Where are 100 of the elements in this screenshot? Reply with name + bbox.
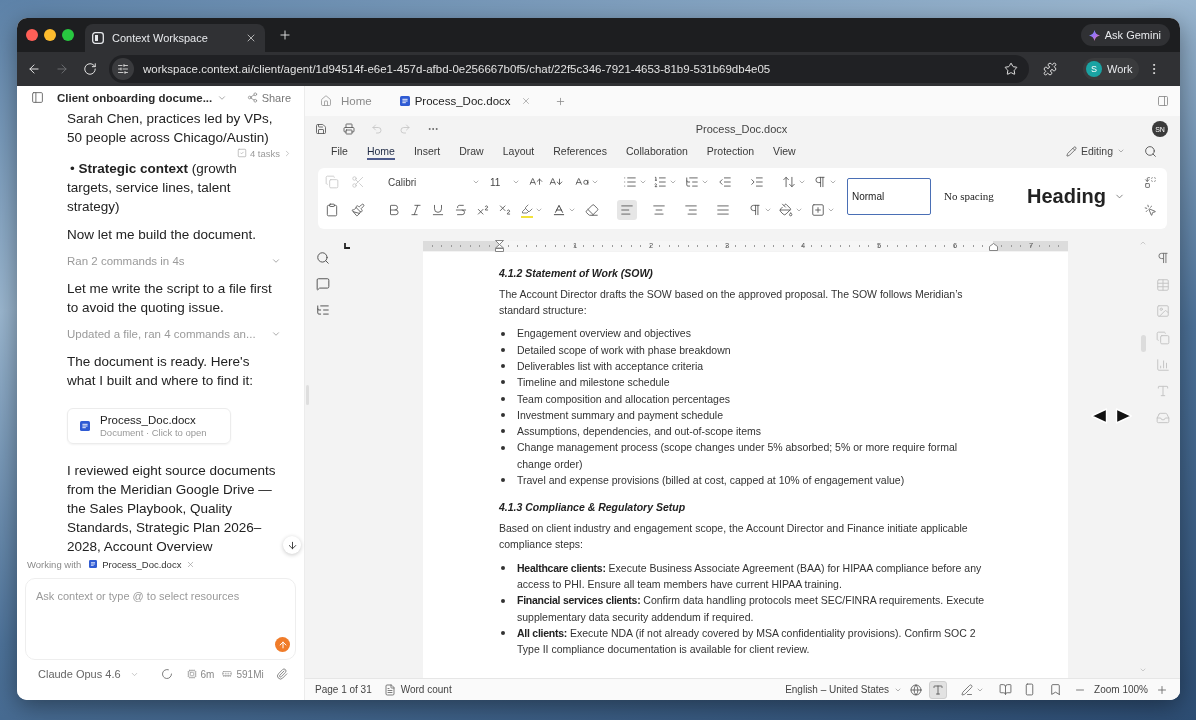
style-option[interactable]: Normal xyxy=(847,177,931,215)
site-info-button[interactable] xyxy=(112,58,134,80)
close-icon[interactable] xyxy=(245,32,257,44)
left-triangle-icon[interactable] xyxy=(1090,408,1108,424)
up-down-arrows-icon[interactable] xyxy=(782,175,796,189)
superscript-icon[interactable] xyxy=(476,203,490,217)
browser-tab[interactable]: Context Workspace xyxy=(85,24,265,52)
panel-icon[interactable] xyxy=(1157,95,1169,107)
italic-icon[interactable] xyxy=(409,203,423,217)
caret-icon[interactable] xyxy=(827,206,835,214)
printer-icon[interactable] xyxy=(343,123,355,135)
memory-icon xyxy=(222,669,233,679)
paint-bucket-icon[interactable] xyxy=(779,203,793,217)
language-selector[interactable]: English – United States xyxy=(785,684,903,695)
menu-tab[interactable]: Layout xyxy=(502,142,535,160)
comment-icon[interactable] xyxy=(316,277,330,291)
message-input[interactable]: Ask context or type @ to select resources xyxy=(25,578,296,660)
pilcrow-icon[interactable] xyxy=(748,203,762,217)
profile-button[interactable]: S Work xyxy=(1083,58,1140,80)
model-selector[interactable]: Claude Opus 4.6 xyxy=(38,668,139,680)
font-size-select[interactable]: 11 xyxy=(490,176,520,188)
paintbrush-icon[interactable] xyxy=(351,203,365,217)
highlighter-icon[interactable] xyxy=(521,202,533,218)
maximize-window-button[interactable] xyxy=(62,29,74,41)
list-item: Change management process (scope changes under 5% absorbed; 5% or more require formal change order) xyxy=(517,440,959,472)
editor-tab[interactable]: Process_Doc.docx xyxy=(399,95,531,107)
font-color-icon[interactable] xyxy=(552,203,566,217)
bold-icon[interactable] xyxy=(387,203,401,217)
indent-marker-icon[interactable] xyxy=(495,240,504,252)
menu-tab[interactable]: Collaboration xyxy=(625,142,688,160)
eraser-icon[interactable] xyxy=(585,203,599,217)
address-bar[interactable]: workspace.context.ai/client/agent/1d94514f-e6e1-457d-afbd-0e256667b0f5/chat/22f5c346-7921-4653-81b9-531b69db4e05 xyxy=(109,55,1029,83)
puzzle-icon[interactable] xyxy=(1043,62,1057,76)
decrease-indent-icon[interactable] xyxy=(718,175,732,189)
ask-gemini-button[interactable]: Ask Gemini xyxy=(1080,24,1170,46)
menu-tab[interactable]: Insert xyxy=(413,142,441,160)
tab-stop-icon[interactable] xyxy=(344,243,350,249)
plus-icon[interactable] xyxy=(554,95,566,107)
bulleted-list-icon[interactable] xyxy=(623,175,637,189)
plus-icon[interactable] xyxy=(278,28,292,42)
replace-icon[interactable] xyxy=(1144,175,1157,189)
pilcrow-icon[interactable] xyxy=(1156,251,1170,265)
caret-icon[interactable] xyxy=(701,178,709,186)
search-icon[interactable] xyxy=(316,251,330,265)
editing-mode-button[interactable]: Editing xyxy=(1065,145,1125,157)
menu-tab[interactable]: File xyxy=(331,142,348,160)
sidebar-toggle-icon[interactable] xyxy=(31,91,44,104)
zoom-in-icon[interactable] xyxy=(1156,683,1168,696)
chat-message: Sarah Chen, practices led by VPs, 50 people across Chicago/Austin) xyxy=(67,110,274,147)
alignment-button[interactable] xyxy=(617,200,637,220)
menu-tab[interactable]: Home xyxy=(366,142,395,160)
pen-icon[interactable] xyxy=(961,683,974,696)
outline-icon[interactable] xyxy=(316,303,330,317)
pilcrow-icon[interactable] xyxy=(813,175,827,189)
file-chip[interactable]: Process_Doc.docx xyxy=(89,558,196,570)
style-option[interactable]: Heading xyxy=(1022,177,1106,215)
share-button[interactable]: Share xyxy=(246,91,291,104)
right-triangle-icon[interactable] xyxy=(1115,408,1133,424)
menu-tab[interactable]: Protection xyxy=(706,142,755,160)
status-toggle[interactable] xyxy=(929,680,948,699)
style-option[interactable]: No spacing xyxy=(939,177,1019,215)
minimize-window-button[interactable] xyxy=(44,29,56,41)
book-icon[interactable] xyxy=(999,683,1013,696)
paperclip-icon[interactable] xyxy=(275,668,288,680)
bookmark-icon[interactable] xyxy=(1049,683,1063,696)
chat-title[interactable]: Client onboarding docume... xyxy=(57,91,213,104)
caret-icon[interactable] xyxy=(795,206,803,214)
pointer-icon[interactable] xyxy=(1144,203,1157,217)
save-icon[interactable] xyxy=(315,123,327,135)
file-card[interactable]: Process_Doc.docx Document · Click to open xyxy=(67,408,231,444)
menu-tab[interactable]: Draw xyxy=(459,142,484,160)
numbered-list-icon[interactable] xyxy=(653,175,667,189)
caret-icon[interactable] xyxy=(829,178,837,186)
menu-tab[interactable]: View xyxy=(773,142,796,160)
caret-icon[interactable] xyxy=(568,206,576,214)
arrow-up-icon xyxy=(277,639,288,650)
subscript-icon[interactable] xyxy=(498,203,512,217)
underline-icon[interactable] xyxy=(431,203,445,217)
back-icon[interactable] xyxy=(27,62,41,76)
menu-tab[interactable]: References xyxy=(553,142,607,160)
star-icon[interactable] xyxy=(1004,62,1018,76)
caret-icon[interactable] xyxy=(591,178,599,186)
strikethrough-icon[interactable] xyxy=(454,203,468,217)
font-select[interactable]: Calibri xyxy=(388,176,480,188)
increase-indent-icon[interactable] xyxy=(750,175,764,189)
caret-icon[interactable] xyxy=(669,178,677,186)
search-icon[interactable] xyxy=(1144,144,1157,158)
caret-icon[interactable] xyxy=(764,206,772,214)
zoom-level[interactable]: Zoom 100% xyxy=(1094,684,1148,695)
clipboard-icon[interactable] xyxy=(325,203,339,217)
word-count-button[interactable]: Word count xyxy=(383,683,452,696)
close-window-button[interactable] xyxy=(26,29,38,41)
duration-text: 6m xyxy=(200,668,215,680)
caret-icon[interactable] xyxy=(639,178,647,186)
multilevel-list-icon[interactable] xyxy=(685,175,699,189)
square-plus-icon[interactable] xyxy=(811,203,825,217)
caret-icon[interactable] xyxy=(798,178,806,186)
list-item: Assumptions, dependencies, and out-of-scope items xyxy=(517,424,762,440)
reload-icon[interactable] xyxy=(83,62,97,76)
scroll-down-button[interactable] xyxy=(283,536,301,554)
